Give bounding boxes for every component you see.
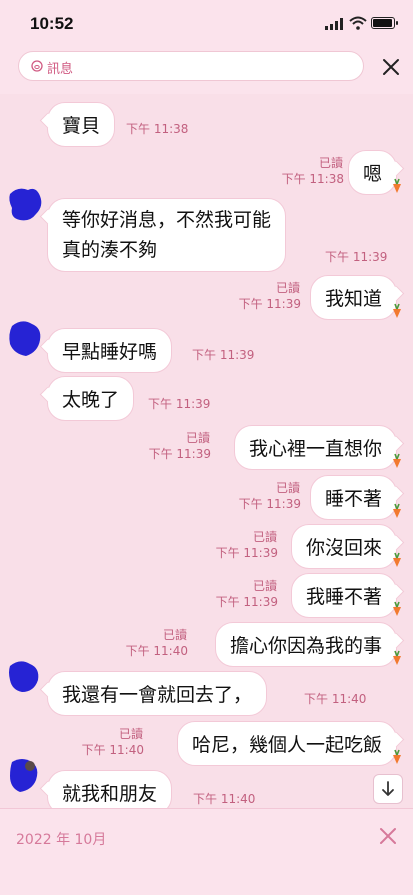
carrot-sticker-icon bbox=[393, 303, 401, 318]
wifi-icon bbox=[349, 16, 367, 30]
message-bubble-outgoing[interactable]: 你沒回來 bbox=[290, 524, 397, 569]
message-text-line-1: 等你好消息，不然我可能 bbox=[62, 209, 272, 231]
message-time: 下午 11:39 bbox=[192, 348, 255, 362]
message-time: 下午 11:39 bbox=[325, 250, 388, 264]
message-time: 下午 11:39 bbox=[238, 297, 301, 311]
message-text-line-2: 真的湊不夠 bbox=[62, 239, 158, 261]
message-bubble-incoming[interactable]: 早點睡好嗎 bbox=[47, 328, 173, 373]
message-time: 下午 11:39 bbox=[238, 497, 301, 511]
message-time: 下午 11:39 bbox=[215, 595, 278, 609]
search-pig-icon bbox=[31, 60, 43, 72]
message-time: 下午 11:39 bbox=[148, 447, 211, 461]
message-text: 太晚了 bbox=[62, 389, 120, 411]
message-time: 下午 11:39 bbox=[148, 397, 211, 411]
message-time: 下午 11:38 bbox=[281, 172, 344, 186]
contact-avatar[interactable] bbox=[6, 656, 46, 698]
message-text: 寶貝 bbox=[62, 115, 101, 137]
message-time: 下午 11:40 bbox=[81, 743, 144, 757]
message-time: 下午 11:39 bbox=[215, 546, 278, 560]
message-text: 擔心你因為我的事 bbox=[229, 635, 382, 657]
carrot-sticker-icon bbox=[393, 552, 401, 567]
message-bubble-incoming[interactable]: 我還有一會就回去了， bbox=[47, 671, 268, 716]
read-receipt: 已讀 bbox=[318, 156, 343, 170]
message-time: 下午 11:38 bbox=[126, 122, 189, 136]
read-receipt: 已讀 bbox=[252, 530, 277, 544]
carrot-sticker-icon bbox=[393, 749, 401, 764]
message-text: 哈尼，幾個人一起吃飯 bbox=[191, 734, 382, 756]
message-bubble-outgoing[interactable]: 我睡不著 bbox=[290, 573, 397, 618]
message-text: 就我和朋友 bbox=[62, 783, 158, 805]
battery-icon bbox=[371, 17, 398, 29]
date-filter-bar: 2022 年 10月 bbox=[0, 808, 413, 865]
message-bubble-outgoing[interactable]: 哈尼，幾個人一起吃飯 bbox=[176, 721, 397, 766]
cellular-signal-icon bbox=[325, 18, 343, 30]
scroll-to-bottom-button[interactable] bbox=[373, 774, 403, 804]
contact-avatar[interactable] bbox=[6, 318, 46, 360]
message-bubble-incoming[interactable]: 太晚了 bbox=[47, 376, 135, 421]
message-bubble-incoming[interactable]: 就我和朋友 bbox=[47, 770, 173, 808]
carrot-sticker-icon bbox=[393, 453, 401, 468]
read-receipt: 已讀 bbox=[118, 727, 143, 741]
close-date-icon[interactable] bbox=[378, 826, 398, 846]
carrot-sticker-icon bbox=[393, 601, 401, 616]
read-receipt: 已讀 bbox=[162, 628, 187, 642]
message-text: 嗯 bbox=[362, 163, 382, 185]
message-bubble-outgoing[interactable]: 我心裡一直想你 bbox=[233, 425, 397, 470]
read-receipt: 已讀 bbox=[252, 579, 277, 593]
close-search-icon[interactable] bbox=[380, 56, 402, 78]
message-bubble-outgoing[interactable]: 睡不著 bbox=[309, 475, 397, 520]
message-bubble-outgoing[interactable]: 擔心你因為我的事 bbox=[214, 622, 397, 667]
message-bubble-incoming[interactable]: 寶貝 bbox=[47, 102, 116, 147]
home-indicator-area bbox=[0, 865, 413, 895]
message-search-input[interactable]: 訊息 bbox=[18, 51, 364, 81]
message-time: 下午 11:40 bbox=[125, 644, 188, 658]
search-header: 訊息 bbox=[0, 46, 413, 94]
message-bubble-incoming[interactable]: 等你好消息，不然我可能 真的湊不夠 bbox=[47, 198, 287, 272]
message-text: 我知道 bbox=[324, 288, 382, 310]
carrot-sticker-icon bbox=[393, 178, 401, 193]
chat-history[interactable]: 寶貝 下午 11:38 已讀 下午 11:38 嗯 等你好消息，不然我可能 真的… bbox=[0, 94, 413, 808]
message-text: 早點睡好嗎 bbox=[62, 341, 158, 363]
search-placeholder: 訊息 bbox=[47, 62, 74, 77]
message-time: 下午 11:40 bbox=[193, 792, 256, 806]
message-text: 你沒回來 bbox=[305, 537, 382, 559]
message-text: 我睡不著 bbox=[305, 586, 382, 608]
message-text: 我心裡一直想你 bbox=[248, 438, 382, 460]
carrot-sticker-icon bbox=[393, 650, 401, 665]
read-receipt: 已讀 bbox=[275, 481, 300, 495]
status-bar: 10:52 bbox=[0, 0, 413, 46]
date-selector[interactable]: 2022 年 10月 bbox=[16, 829, 106, 849]
contact-avatar[interactable] bbox=[6, 184, 46, 226]
message-text: 睡不著 bbox=[324, 488, 382, 510]
message-bubble-outgoing[interactable]: 我知道 bbox=[309, 275, 397, 320]
read-receipt: 已讀 bbox=[275, 281, 300, 295]
message-text: 我還有一會就回去了， bbox=[62, 684, 253, 706]
arrow-down-icon bbox=[382, 781, 394, 796]
message-time: 下午 11:40 bbox=[304, 692, 367, 706]
carrot-sticker-icon bbox=[393, 503, 401, 518]
clock-time: 10:52 bbox=[30, 14, 74, 33]
read-receipt: 已讀 bbox=[185, 431, 210, 445]
